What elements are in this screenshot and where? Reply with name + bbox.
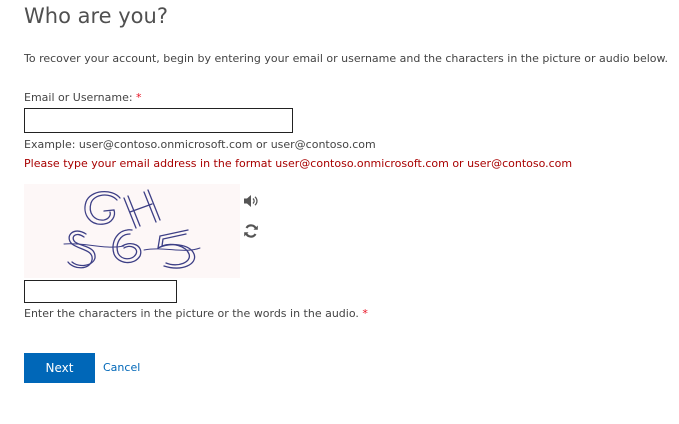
speaker-icon[interactable] xyxy=(243,193,259,209)
captcha-input[interactable] xyxy=(24,280,177,303)
captcha-image xyxy=(24,184,240,278)
intro-text: To recover your account, begin by enteri… xyxy=(24,52,669,65)
required-marker: * xyxy=(362,307,368,320)
page-title: Who are you? xyxy=(24,4,168,28)
captcha-glyphs xyxy=(63,189,201,269)
email-error-message: Please type your email address in the fo… xyxy=(24,157,573,170)
email-username-input[interactable] xyxy=(24,108,293,133)
email-label-text: Email or Username: xyxy=(24,91,133,104)
refresh-icon[interactable] xyxy=(243,223,259,239)
required-marker: * xyxy=(136,91,142,104)
email-field-label: Email or Username: * xyxy=(24,91,142,105)
captcha-hint-label: Enter the characters in the picture or t… xyxy=(24,307,359,320)
email-example-text: Example: user@contoso.onmicrosoft.com or… xyxy=(24,138,376,151)
next-button[interactable]: Next xyxy=(24,353,95,383)
cancel-link[interactable]: Cancel xyxy=(103,361,140,375)
captcha-hint-text: Enter the characters in the picture or t… xyxy=(24,307,368,321)
